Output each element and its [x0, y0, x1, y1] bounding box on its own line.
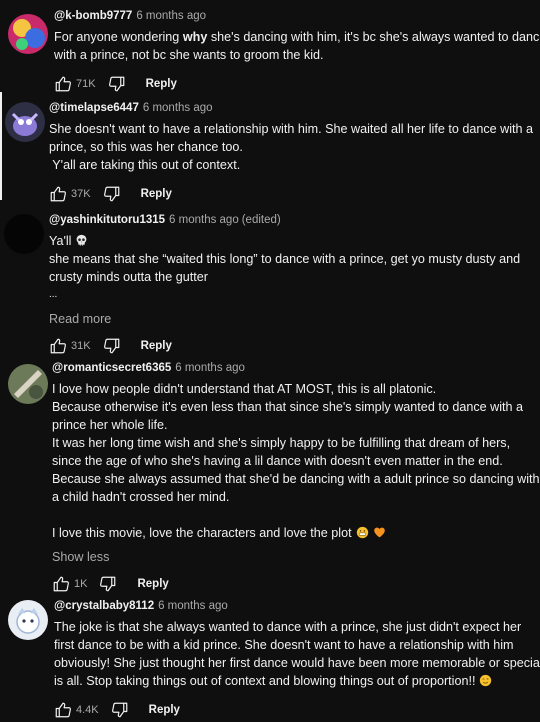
like-count: 71K [76, 78, 96, 90]
comment-actions: 1K Reply [52, 572, 528, 596]
comment-time[interactable]: 6 months ago [143, 102, 213, 114]
comment-author[interactable]: @romanticsecret6365 [52, 362, 171, 374]
avatar[interactable] [5, 102, 45, 142]
thumb-up-icon[interactable] [49, 185, 67, 203]
thumb-up-icon[interactable] [49, 337, 67, 355]
comment-line: prince, so this was her chance too. [49, 140, 243, 154]
comment-line: a child hadn't crossed her mind. [52, 490, 230, 504]
avatar[interactable] [4, 214, 44, 254]
comment-text: Ya'll she means that she “waited this lo… [49, 232, 528, 304]
reply-button[interactable]: Reply [149, 704, 180, 716]
thumb-up-icon[interactable] [52, 575, 70, 593]
comment-line [52, 506, 528, 524]
comment-line: For anyone wondering why she's dancing w… [54, 30, 540, 44]
comment-author[interactable]: @crystalbaby8112 [54, 600, 154, 612]
reply-button[interactable]: Reply [137, 578, 168, 590]
comment-time[interactable]: 6 months ago [175, 362, 245, 374]
reply-button[interactable]: Reply [141, 340, 172, 352]
comment-line: ... [49, 289, 58, 300]
like-count: 37K [71, 188, 91, 200]
comment-line: Because she always assumed that she'd be… [52, 472, 540, 486]
comment-line: prince her whole life. [52, 418, 168, 432]
comment-author[interactable]: @timelapse6447 [49, 102, 139, 114]
comment-actions: 4.4K Reply [54, 698, 528, 722]
reply-button[interactable]: Reply [146, 78, 177, 90]
comment-line: Y'all are taking this out of context. [49, 158, 241, 172]
orange-heart-emoji [373, 527, 385, 538]
comment-line: she means that she “waited this long” to… [49, 252, 521, 266]
thumb-down-icon[interactable] [108, 75, 126, 93]
thumb-down-icon[interactable] [111, 701, 129, 719]
comment-line: since the age of who she's having a lil … [52, 454, 503, 468]
comment-time[interactable]: 6 months ago [158, 600, 228, 612]
edited-label: (edited) [241, 214, 281, 226]
comment-line: Ya'll [49, 232, 528, 250]
thumb-down-icon[interactable] [103, 185, 121, 203]
reply-button[interactable]: Reply [141, 188, 172, 200]
avatar[interactable] [8, 14, 48, 54]
thread-indicator-bar [0, 92, 2, 200]
comment-time[interactable]: 6 months ago [169, 214, 239, 226]
comment-line: crusty minds outta the gutter [49, 270, 208, 284]
comment-line: I love this movie, love the characters a… [52, 524, 528, 542]
comment-line: is all. Stop taking things out of contex… [54, 672, 528, 690]
like-count: 31K [71, 340, 91, 352]
comment-time[interactable]: 6 months ago [136, 10, 206, 22]
like-count: 1K [74, 578, 88, 590]
comment-line: It was her long time wish and she's simp… [52, 436, 511, 450]
comment-author[interactable]: @yashinkitutoru1315 [49, 214, 165, 226]
comment-line: Because otherwise it's even less than th… [52, 400, 524, 414]
grimace-emoji [356, 526, 368, 539]
skull-emoji [77, 234, 87, 246]
show-less-button[interactable]: Show less [52, 550, 528, 564]
comment-line: The joke is that she always wanted to da… [54, 620, 522, 634]
comment-text: She doesn't want to have a relationship … [49, 120, 534, 174]
avatar[interactable] [8, 600, 48, 640]
comment-actions: 37K Reply [49, 182, 528, 206]
like-count: 4.4K [76, 704, 99, 716]
thumb-up-icon[interactable] [54, 701, 72, 719]
comment-text: For anyone wondering why she's dancing w… [54, 28, 540, 64]
comment-actions: 31K Reply [49, 334, 528, 358]
comment-line: with a prince, not bc she wants to groom… [54, 48, 324, 62]
avatar[interactable] [8, 364, 48, 404]
thumb-down-icon[interactable] [103, 337, 121, 355]
read-more-button[interactable]: Read more [49, 312, 528, 326]
thumb-down-icon[interactable] [99, 575, 117, 593]
blush-emoji [480, 674, 492, 687]
comment-text: I love how people didn't understand that… [52, 380, 540, 542]
thumb-up-icon[interactable] [54, 75, 72, 93]
comment-author[interactable]: @k-bomb9777 [54, 10, 132, 22]
comment-line: obviously! She just thought her first da… [54, 656, 540, 670]
comment-line: I love how people didn't understand that… [52, 382, 437, 396]
comment-text: The joke is that she always wanted to da… [54, 618, 540, 690]
comment-line: first dance to be with a kid prince. She… [54, 638, 514, 652]
comment-line: She doesn't want to have a relationship … [49, 122, 534, 136]
comment-actions: 71K Reply [54, 72, 528, 96]
